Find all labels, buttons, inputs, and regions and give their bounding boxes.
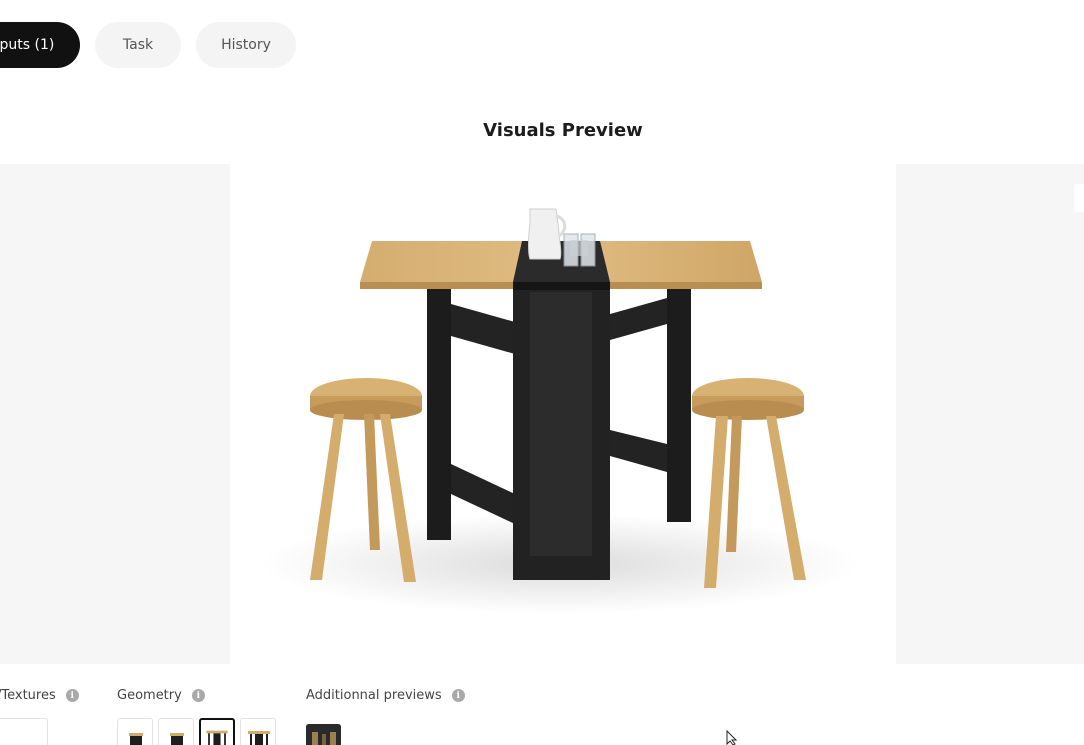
geometry-thumbnail[interactable] [158,718,194,745]
geometry-label: Geometry [117,688,182,703]
info-icon[interactable]: i [65,689,79,702]
geometry-thumbnail[interactable] [240,718,276,745]
table-thumb-image [248,731,270,745]
tab-history-label: History [221,37,271,53]
info-icon[interactable]: i [191,689,205,702]
table-thumb-image [206,730,228,745]
carousel-prev-panel[interactable] [0,164,230,664]
preview-thumb-image [306,724,341,745]
geometry-thumbnail[interactable] [117,718,153,745]
tab-task-label: Task [122,37,154,53]
table-thumb-image [170,733,184,745]
page-title: Visuals Preview [483,120,643,141]
additional-preview-thumbnail[interactable] [306,724,341,745]
mouse-cursor-icon [726,730,738,745]
textures-label: /Textures [0,688,56,703]
tab-outputs[interactable]: tputs (1) [0,22,80,68]
info-icon[interactable]: i [451,689,465,702]
tab-outputs-label: tputs (1) [0,37,55,53]
carousel-next-handle[interactable] [1074,184,1084,212]
visuals-page: tputs (1) Task History Visuals Preview /… [0,0,1084,745]
tab-task[interactable]: Task [95,22,181,68]
tab-history[interactable]: History [196,22,296,68]
main-preview-image [230,164,896,664]
table-thumb-image [129,733,143,745]
textures-section-label: /Textures i [0,688,79,703]
geometry-thumbnail-selected[interactable] [199,718,235,745]
geometry-section-label: Geometry i [117,688,205,703]
product-render [260,208,860,614]
additional-previews-section-label: Additionnal previews i [306,688,465,703]
carousel-next-panel[interactable] [896,164,1084,664]
texture-thumbnail[interactable] [0,718,48,745]
additional-previews-label: Additionnal previews [306,688,442,703]
